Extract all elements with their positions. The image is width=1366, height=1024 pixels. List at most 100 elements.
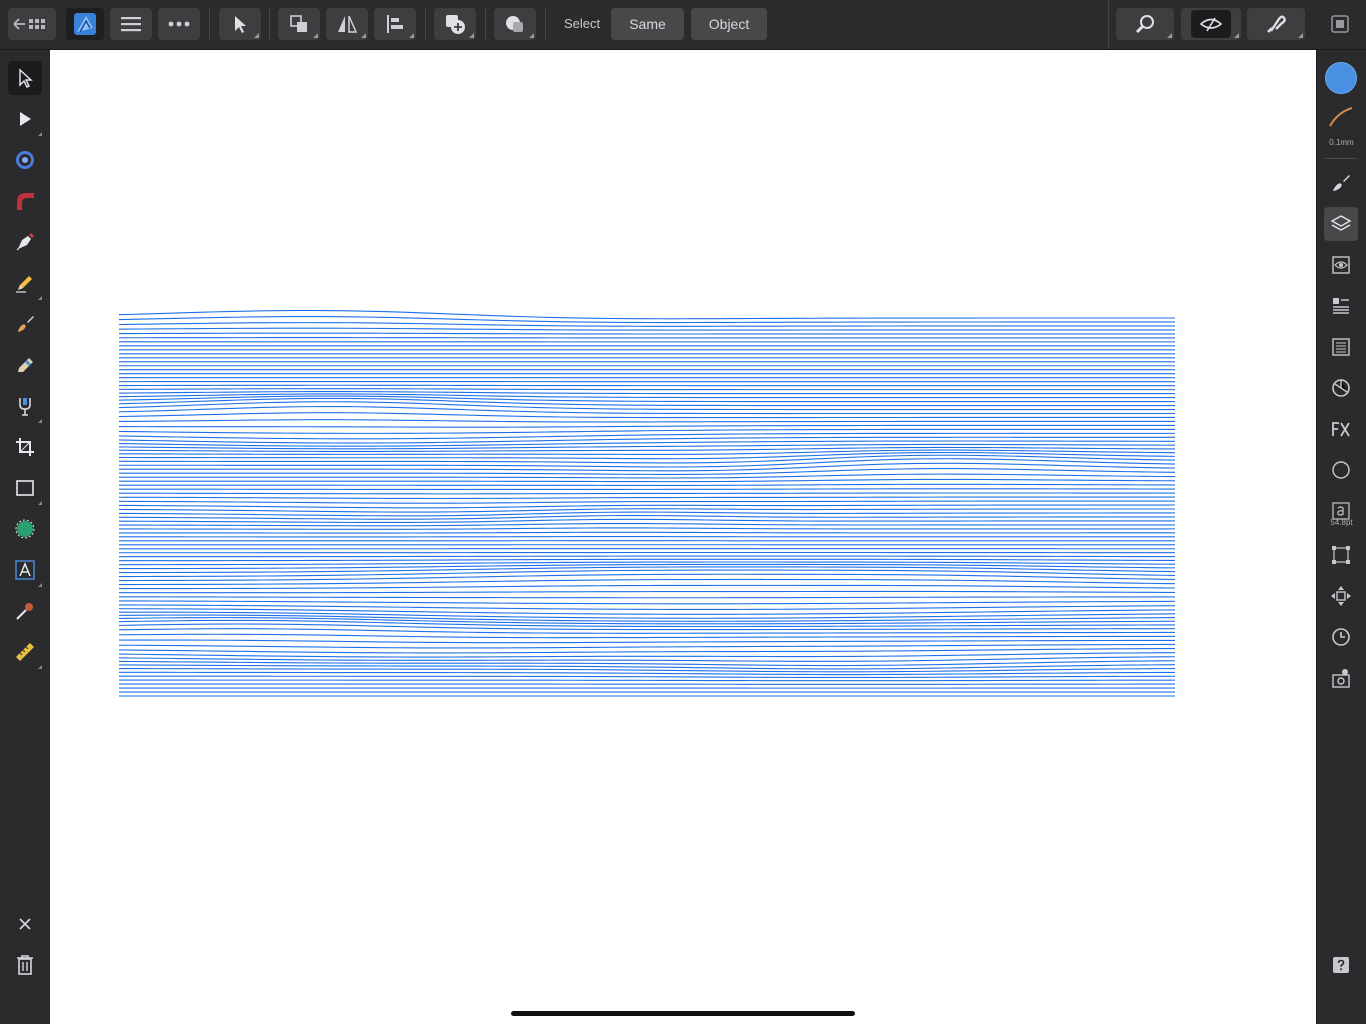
select-label: Select [564,16,601,31]
text-styles-panel-button[interactable] [1324,289,1358,323]
artwork-line [119,555,1176,558]
corner-tool-icon [16,151,34,169]
artwork-line [118,633,1176,639]
artwork-line [118,679,1176,682]
color-picker-tool[interactable] [8,594,42,628]
artwork-line [118,527,1176,530]
rectangle-tool[interactable] [8,471,42,505]
shape-tool[interactable] [8,512,42,546]
stroke-icon [1329,107,1353,127]
artwork-line [118,309,1175,320]
geometry-button[interactable] [494,8,536,40]
brush-tool[interactable] [8,307,42,341]
artwork-line [119,584,1176,590]
navigator-icon [1332,461,1350,479]
arrange-icon [290,15,307,32]
help-icon [1333,957,1349,973]
artwork-line [118,393,1175,399]
document-canvas[interactable] [50,50,1316,1024]
add-shape-icon [446,15,465,34]
view-mode-icon [1199,17,1223,32]
delete-button[interactable] [8,948,42,982]
constraints-panel-button[interactable] [1324,579,1358,613]
pen-tool-icon [16,233,34,251]
stroke-button[interactable] [1324,100,1358,134]
studio-separator [1325,158,1357,159]
artwork-line [118,492,1175,495]
shape-tool-icon [15,519,35,539]
vector-crop-tool[interactable] [8,389,42,423]
history-panel-button[interactable] [1324,620,1358,654]
artwork-line [118,500,1175,504]
artwork-line [118,558,1176,562]
artwork-line [119,478,1176,483]
tools-panel [0,50,51,1024]
pencil-tool[interactable] [8,266,42,300]
corner-tool[interactable] [8,143,42,177]
arrange-button[interactable] [278,8,320,40]
effects-panel-button[interactable] [1324,412,1358,446]
navigator-panel-button[interactable] [1324,453,1358,487]
color-picker-icon [16,603,33,620]
assets-panel-button[interactable] [1324,330,1358,364]
line-art-artwork[interactable] [50,50,1316,1024]
selection-mode-button[interactable] [219,8,261,40]
layers-panel-button[interactable] [1324,207,1358,241]
boolean-operations-button[interactable] [434,8,476,40]
artwork-line [118,322,1175,327]
toolbar-separator [269,8,270,40]
appearance-panel-button[interactable] [1324,248,1358,282]
select-same-button[interactable]: Same [611,8,684,40]
flip-button[interactable] [326,8,368,40]
artwork-line [118,600,1176,605]
artwork-line [118,327,1175,331]
text-tool[interactable] [8,553,42,587]
preferences-panel-button[interactable] [1324,661,1358,695]
view-mode-button[interactable] [1181,8,1241,40]
color-swatch-button[interactable] [1324,61,1358,95]
toolbar-separator [1108,0,1109,49]
artwork-line [118,332,1175,335]
more-button[interactable] [158,8,200,40]
documents-button[interactable] [8,8,56,40]
select-object-button[interactable]: Object [691,8,767,40]
snapping-button[interactable] [1247,8,1305,40]
align-button[interactable] [374,8,416,40]
artwork-line [118,656,1176,662]
text-styles-icon [1333,298,1349,314]
constraints-icon [1331,586,1351,606]
close-icon [19,918,31,930]
studio-toggle-button[interactable] [1322,8,1358,40]
fx-icon [1332,422,1350,437]
node-tool[interactable] [8,102,42,136]
brushes-panel-button[interactable] [1324,166,1358,200]
crop-tool[interactable] [8,430,42,464]
appearance-icon [1332,256,1350,274]
artwork-line [118,388,1175,391]
designer-persona-icon [74,13,96,35]
artwork-line [118,432,1175,440]
artwork-line [118,664,1176,670]
preferences-icon [1332,669,1350,688]
pen-tool[interactable] [8,225,42,259]
pencil-stroke-icon [17,193,34,210]
fill-brush-icon [18,358,33,372]
zoom-button[interactable] [1116,8,1174,40]
menu-button[interactable] [110,8,152,40]
help-button[interactable] [1324,948,1358,982]
move-tool[interactable] [8,61,42,95]
artwork-line [118,604,1176,610]
fill-brush-tool[interactable] [8,348,42,382]
transform-panel-button[interactable] [1324,538,1358,572]
designer-persona-button[interactable] [66,8,104,40]
top-toolbar: Select Same Object [0,0,1366,50]
stock-panel-button[interactable] [1324,371,1358,405]
close-button[interactable] [8,907,42,941]
toolbar-separator [209,8,210,40]
artwork-line [118,504,1176,509]
pencil-stroke-tool[interactable] [8,184,42,218]
artwork-line [118,671,1176,676]
measure-tool[interactable] [8,635,42,669]
artwork-line [118,514,1175,520]
ellipsis-icon [168,21,190,27]
